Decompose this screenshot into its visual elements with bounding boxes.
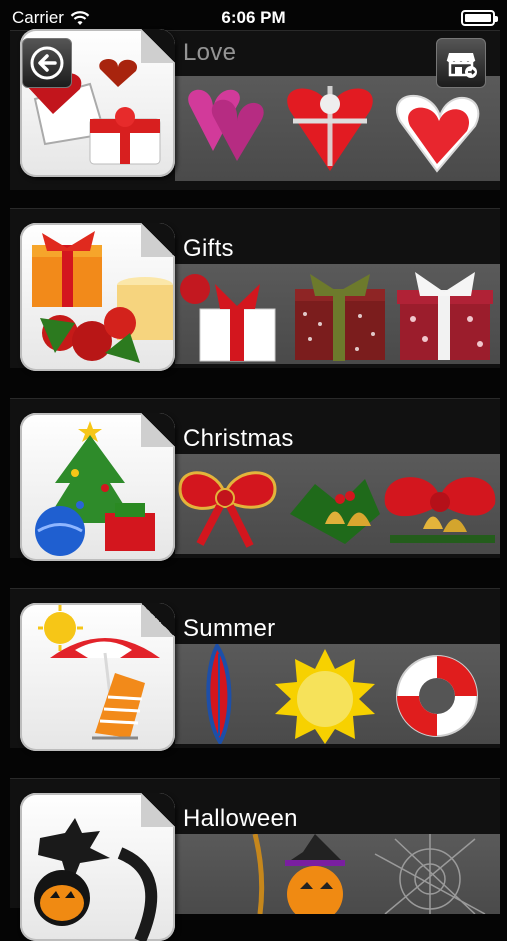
category-title: Christmas — [183, 425, 294, 452]
back-arrow-icon — [29, 45, 65, 81]
sticker-red-bow[interactable] — [178, 471, 277, 548]
category-row-gifts[interactable]: Gifts — [10, 208, 500, 371]
sticker-sun[interactable] — [275, 649, 375, 744]
carrier-label: Carrier — [12, 8, 64, 27]
category-thumbnail[interactable] — [20, 223, 175, 371]
wifi-icon — [70, 10, 90, 26]
back-button[interactable] — [22, 38, 72, 88]
sticker-white-gift[interactable] — [180, 274, 276, 362]
sticker-strip[interactable] — [175, 834, 500, 914]
category-row-halloween[interactable]: Halloween — [10, 778, 500, 941]
sticker-spider-web[interactable] — [374, 834, 486, 914]
category-row-christmas[interactable]: Christmas — [10, 398, 500, 561]
category-title: Love — [183, 39, 237, 66]
sticker-strip[interactable] — [175, 264, 500, 364]
sticker-broom[interactable] — [252, 834, 265, 914]
sticker-strip[interactable] — [175, 644, 500, 744]
battery-icon — [461, 10, 498, 26]
category-title: Halloween — [183, 805, 298, 832]
category-row-love[interactable]: Love — [10, 29, 500, 190]
sticker-tag-heart[interactable] — [396, 94, 480, 173]
store-icon — [443, 45, 479, 81]
sticker-strip[interactable] — [175, 454, 500, 554]
sticker-witch-pumpkin[interactable] — [285, 834, 345, 914]
category-list[interactable]: Love Gifts Christmas Summer Halloween — [0, 0, 507, 941]
sticker-olive-ribbon-gift[interactable] — [295, 274, 385, 361]
category-thumbnail[interactable] — [20, 413, 175, 561]
sticker-life-ring[interactable] — [396, 655, 478, 737]
store-button[interactable] — [436, 38, 486, 88]
sticker-surfboard[interactable] — [206, 644, 232, 744]
sticker-double-hearts[interactable] — [188, 89, 264, 161]
category-thumbnail[interactable] — [20, 793, 175, 941]
sticker-bells[interactable] — [290, 479, 380, 544]
sticker-ribbon-heart[interactable] — [287, 86, 373, 171]
category-thumbnail[interactable] — [20, 603, 175, 751]
category-title: Summer — [183, 615, 276, 642]
sticker-strip[interactable] — [175, 76, 500, 181]
status-left: Carrier — [12, 8, 90, 28]
category-row-summer[interactable]: Summer — [10, 588, 500, 751]
category-title: Gifts — [183, 235, 234, 262]
sticker-heart-pattern-gift[interactable] — [397, 272, 493, 360]
sticker-bow-bells[interactable] — [384, 477, 496, 543]
status-bar: Carrier 6:06 PM — [0, 0, 507, 36]
